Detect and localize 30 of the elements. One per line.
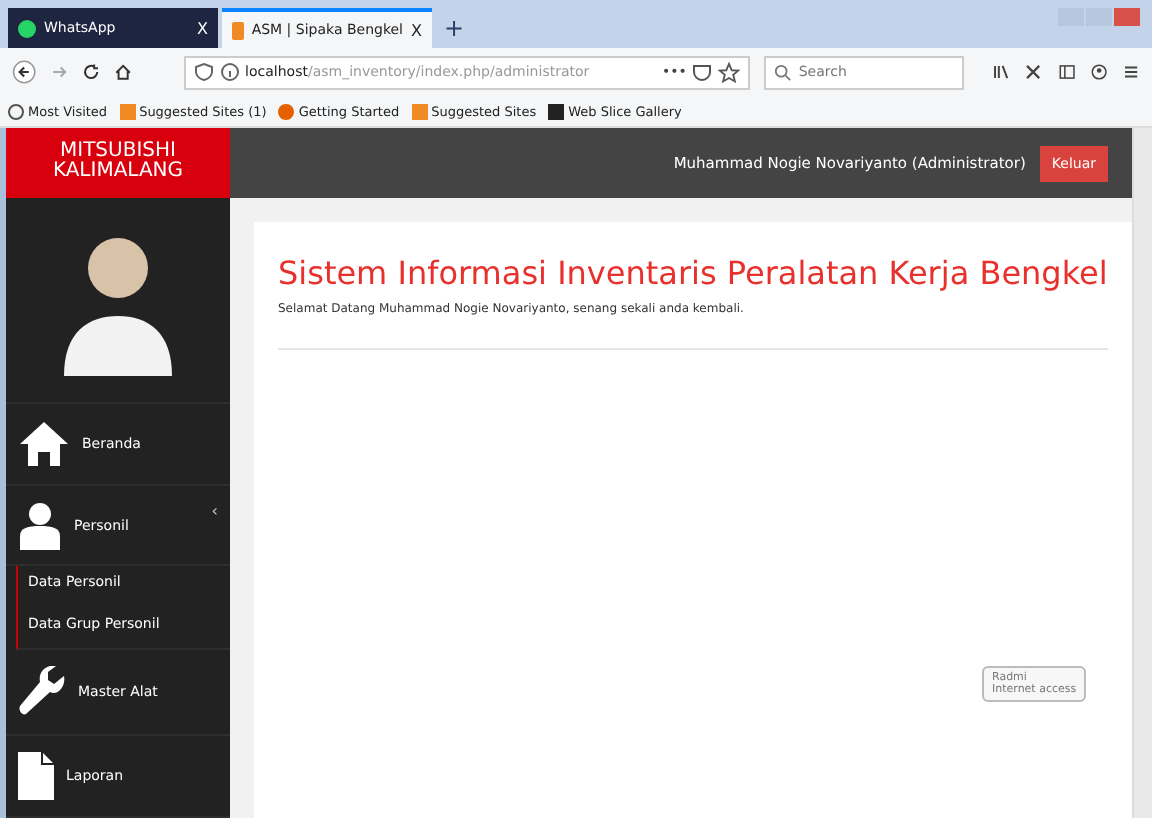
page-title: Sistem Informasi Inventaris Peralatan Kerja Bengkel	[278, 254, 1108, 292]
globe-icon	[278, 103, 295, 119]
extension-icon[interactable]	[1024, 60, 1044, 84]
sidebar-icon[interactable]	[1057, 60, 1076, 84]
scrollbar[interactable]	[1132, 128, 1152, 818]
home-icon	[18, 419, 70, 468]
person-icon	[18, 501, 62, 550]
back-icon[interactable]	[12, 56, 37, 88]
star-icon[interactable]	[718, 61, 741, 83]
caret-icon: ‹	[211, 501, 218, 520]
reload-icon[interactable]	[82, 60, 101, 84]
shield-icon	[193, 62, 214, 82]
home-icon[interactable]	[114, 60, 134, 84]
site-icon	[232, 21, 244, 39]
brand-logo[interactable]: MITSUBISHI KALIMALANG	[6, 128, 230, 198]
menu-icon[interactable]	[1121, 60, 1140, 84]
search-icon	[774, 63, 793, 81]
slice-icon	[548, 103, 565, 119]
account-icon[interactable]	[1089, 60, 1108, 84]
info-icon	[219, 62, 240, 82]
chat-icon	[18, 19, 36, 37]
bookmark-icon	[411, 103, 428, 119]
document-icon	[18, 752, 54, 801]
close-tab-button[interactable]: X	[411, 21, 422, 39]
close-tab-button[interactable]: X	[197, 19, 208, 37]
wrench-icon	[18, 666, 66, 719]
library-icon[interactable]	[992, 60, 1011, 84]
window-controls-icon[interactable]	[1058, 8, 1140, 26]
new-tab-button[interactable]: +	[444, 14, 465, 42]
bookmark-icon	[119, 103, 136, 119]
